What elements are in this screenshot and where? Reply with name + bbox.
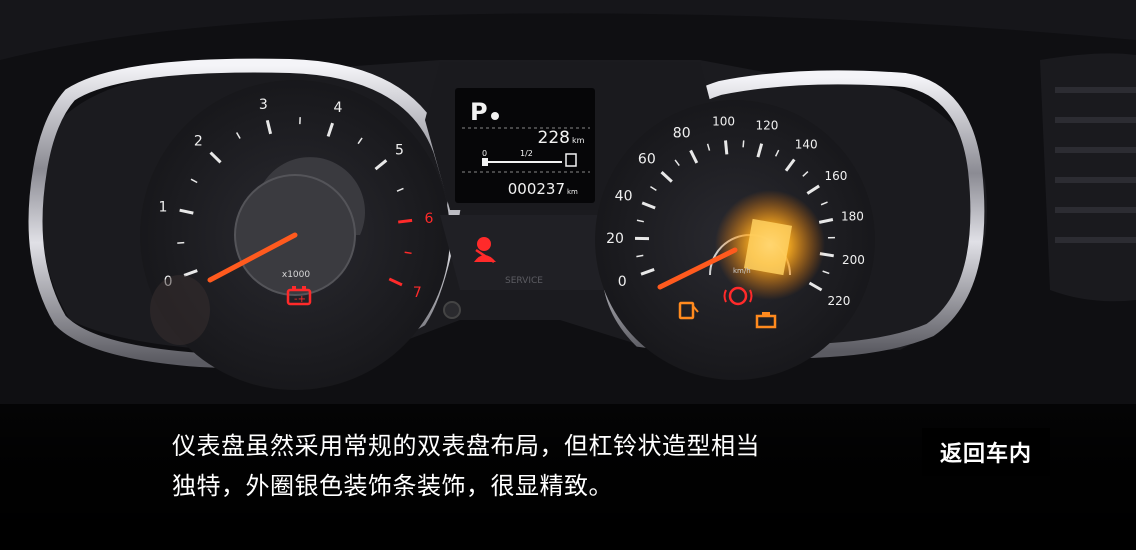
tick-label: 1	[159, 200, 168, 216]
tick-label: 3	[259, 97, 268, 113]
odometer-value: 000237	[508, 180, 565, 198]
light-glare-core	[743, 218, 793, 276]
minor-tick	[742, 140, 745, 148]
range-unit: km	[572, 136, 585, 145]
speedometer-unit: km/h	[733, 267, 751, 275]
tick-label: 140	[795, 137, 818, 151]
image-caption: 仪表盘虽然采用常规的双表盘布局，但杠铃状造型相当 独特，外圈银色装饰条装饰，很显…	[172, 426, 882, 506]
tick-label: 100	[712, 115, 735, 129]
odometer-unit: km	[567, 188, 578, 196]
major-tick	[724, 140, 729, 155]
caption-line-1: 仪表盘虽然采用常规的双表盘布局，但杠铃状造型相当	[172, 432, 760, 460]
range-value: 228	[538, 128, 570, 148]
tick-label: 40	[615, 188, 633, 204]
tick-label: 200	[842, 253, 865, 267]
air-vent	[1040, 53, 1136, 302]
fuel-scale-mid: 1/2	[520, 149, 533, 158]
tick-label: 0	[618, 274, 627, 290]
fuel-scale-low: 0	[482, 149, 487, 158]
tick-label: 220	[827, 294, 850, 308]
back-to-interior-button[interactable]: 返回车内	[922, 428, 1050, 476]
tick-label: 5	[395, 143, 404, 159]
tick-label: 180	[841, 209, 864, 223]
tachometer-unit: x1000	[282, 270, 311, 280]
tick-label: 120	[756, 118, 779, 132]
tick-label: 4	[334, 100, 343, 116]
svg-text:-+: -+	[294, 294, 306, 305]
caption-line-2: 独特，外圈银色装饰条装饰，很显精致。	[172, 472, 613, 500]
tick-label: 6	[424, 211, 433, 227]
glass-reflection	[150, 275, 210, 345]
gear-indicator: P	[470, 98, 488, 126]
service-label: SERVICE	[505, 276, 543, 286]
tick-label: 2	[194, 134, 203, 150]
tick-label: 160	[824, 169, 847, 183]
dashboard-photo: 0 1 2 3 4 5 6 7 x1000 -+ P 228 km 0 1/2	[0, 0, 1136, 550]
tick-label: 80	[673, 125, 691, 141]
trip-reset-knob	[443, 301, 461, 319]
major-tick	[398, 218, 413, 224]
tick-label: 20	[606, 231, 624, 247]
tick-label: 60	[638, 152, 656, 168]
speedometer: 0 20 40 60 80 100 120 140 160 180 200 220 km/h	[595, 100, 875, 380]
tick-label: 7	[413, 285, 422, 301]
